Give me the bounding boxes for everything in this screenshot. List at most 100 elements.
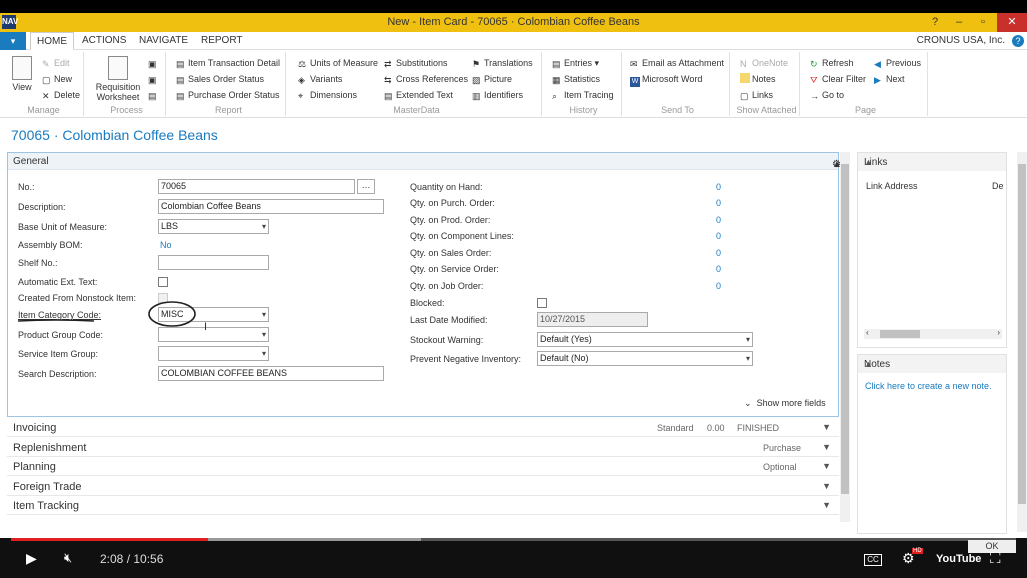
view-button[interactable]: View	[7, 56, 37, 92]
notes-button[interactable]: Notes	[740, 73, 776, 85]
scroll-right-icon[interactable]: ›	[997, 328, 1000, 337]
automatic-ext-text-checkbox[interactable]	[158, 277, 168, 287]
item-tracing-button[interactable]: ⌕ Item Tracing	[552, 89, 614, 101]
main-scrollbar[interactable]	[840, 152, 850, 522]
progress-bar[interactable]	[11, 538, 1016, 541]
qty-job-order-value[interactable]: 0	[716, 281, 721, 291]
translations-button[interactable]: ⚑ Translations	[472, 57, 533, 69]
cross-references-button[interactable]: ⇆ Cross References	[384, 73, 468, 85]
planning-fasttab[interactable]: Planning Optional ▼	[7, 457, 839, 476]
email-attachment-button[interactable]: ✉ Email as Attachment	[630, 57, 724, 69]
statistics-button[interactable]: ▦ Statistics	[552, 73, 600, 85]
play-icon[interactable]: ▶	[26, 550, 37, 567]
no-field[interactable]: 70065	[158, 179, 355, 194]
label-description: Description:	[18, 202, 66, 212]
main-scrollbar-thumb[interactable]	[841, 164, 849, 494]
picture-button[interactable]: ▨ Picture	[472, 73, 512, 85]
process-action-2[interactable]: ▣	[148, 73, 160, 85]
group-label-manage: Manage	[27, 105, 60, 115]
foreign-trade-fasttab[interactable]: Foreign Trade ▼	[7, 477, 839, 496]
links-hscrollbar-thumb[interactable]	[880, 330, 920, 338]
links-header[interactable]: Links ▲	[858, 153, 1006, 171]
dimensions-button[interactable]: ⌖ Dimensions	[298, 89, 357, 101]
notes-header[interactable]: Notes ▲	[858, 355, 1006, 373]
refresh-button[interactable]: ↻ Refresh	[810, 57, 854, 69]
invoicing-fasttab[interactable]: Invoicing Standard 0.00 FINISHED ▼	[7, 418, 839, 437]
microsoft-word-button[interactable]: W Microsoft Word	[630, 73, 702, 87]
youtube-logo[interactable]: YouTube	[936, 553, 981, 565]
sales-order-status-button[interactable]: ▤ Sales Order Status	[176, 73, 264, 85]
collapse-icon[interactable]: ▲	[864, 359, 1000, 369]
qty-on-hand-value[interactable]: 0	[716, 182, 721, 192]
scroll-left-icon[interactable]: ‹	[866, 328, 869, 337]
delete-button[interactable]: ✕ Delete	[42, 89, 80, 101]
next-button[interactable]: ▶ Next	[874, 73, 905, 85]
delete-icon: ✕	[42, 91, 50, 101]
item-tracking-fasttab[interactable]: Item Tracking ▼	[7, 496, 839, 515]
assembly-bom-value[interactable]: No	[160, 240, 172, 250]
tab-navigate[interactable]: NAVIGATE	[133, 32, 194, 50]
chevron-down-icon: ▾	[745, 335, 750, 344]
qty-purch-order-value[interactable]: 0	[716, 198, 721, 208]
purchase-order-status-button[interactable]: ▤ Purchase Order Status	[176, 89, 280, 101]
help-window-button[interactable]: ?	[923, 13, 947, 32]
qty-sales-order-value[interactable]: 0	[716, 248, 721, 258]
onenote-button[interactable]: N OneNote	[740, 57, 788, 69]
group-process: Requisition Worksheet ▣ ▣ ▤ Process	[88, 52, 166, 116]
units-of-measure-button[interactable]: ⚖ Units of Measure	[298, 57, 378, 69]
qty-prod-order-value[interactable]: 0	[716, 215, 721, 225]
variants-button[interactable]: ◈ Variants	[298, 73, 342, 85]
entries-button[interactable]: ▤ Entries ▾	[552, 57, 599, 69]
cross-ref-icon: ⇆	[384, 75, 392, 85]
item-transaction-detail-button[interactable]: ▤ Item Transaction Detail	[176, 57, 280, 69]
no-lookup-button[interactable]: …	[357, 179, 375, 194]
edit-button[interactable]: ✎ Edit	[42, 57, 70, 69]
service-item-group-select[interactable]: ▾	[158, 346, 269, 361]
identifiers-button[interactable]: ▥ Identifiers	[472, 89, 523, 101]
tab-actions[interactable]: ACTIONS	[76, 32, 132, 50]
general-header[interactable]: General ⚙ ▲	[8, 153, 842, 170]
process-action-1[interactable]: ▣	[148, 57, 160, 69]
captions-button[interactable]: CC	[864, 554, 882, 566]
replenishment-fasttab[interactable]: Replenishment Purchase ▼	[7, 438, 839, 457]
factbox-scrollbar[interactable]	[1017, 152, 1027, 532]
shelf-no-field[interactable]	[158, 255, 269, 270]
mute-icon[interactable]: 🔇︎	[64, 550, 72, 566]
tab-report[interactable]: REPORT	[195, 32, 249, 50]
group-page: ↻ Refresh ⛛ Clear Filter → Go to ◀ Previous …	[804, 52, 928, 116]
qty-component-lines-value[interactable]: 0	[716, 231, 721, 241]
onenote-icon: N	[740, 59, 747, 69]
stockout-warning-select[interactable]: Default (Yes) ▾	[537, 332, 753, 347]
factbox-scrollbar-thumb[interactable]	[1018, 164, 1026, 504]
notes-icon	[740, 73, 750, 83]
substitutions-button[interactable]: ⇄ Substitutions	[384, 57, 448, 69]
minimize-button[interactable]: –	[947, 13, 971, 32]
previous-button[interactable]: ◀ Previous	[874, 57, 921, 69]
fullscreen-icon[interactable]: ⛶	[990, 550, 1001, 567]
help-icon[interactable]: ?	[1012, 35, 1024, 47]
product-group-code-select[interactable]: ▾	[158, 327, 269, 342]
requisition-worksheet-button[interactable]: Requisition Worksheet	[93, 56, 143, 102]
links-hscrollbar[interactable]: ‹ ›	[864, 328, 1002, 339]
collapse-icon[interactable]: ▲	[864, 157, 1000, 167]
picture-icon: ▨	[472, 75, 481, 85]
create-note-link[interactable]: Click here to create a new note.	[865, 381, 992, 391]
search-description-field[interactable]: COLOMBIAN COFFEE BEANS	[158, 366, 384, 381]
description-field[interactable]: Colombian Coffee Beans	[158, 199, 384, 214]
company-name[interactable]: CRONUS USA, Inc.	[917, 32, 1005, 50]
tab-home[interactable]: HOME	[30, 32, 74, 50]
base-uom-select[interactable]: LBS ▾	[158, 219, 269, 234]
extended-text-button[interactable]: ▤ Extended Text	[384, 89, 453, 101]
clear-filter-button[interactable]: ⛛ Clear Filter	[810, 73, 866, 85]
prevent-negative-inventory-select[interactable]: Default (No) ▾	[537, 351, 753, 366]
show-more-fields-button[interactable]: ⌄ Show more fields	[744, 398, 826, 409]
links-button[interactable]: ▢ Links	[740, 89, 773, 101]
go-to-button[interactable]: → Go to	[810, 89, 844, 101]
maximize-button[interactable]: ▫	[971, 13, 995, 32]
new-button[interactable]: ▢ New	[42, 73, 72, 85]
qty-service-order-value[interactable]: 0	[716, 264, 721, 274]
app-menu-button[interactable]: ▾	[0, 32, 26, 50]
process-action-3[interactable]: ▤	[148, 89, 160, 101]
blocked-checkbox[interactable]	[537, 298, 547, 308]
close-button[interactable]: ✕	[997, 13, 1027, 32]
